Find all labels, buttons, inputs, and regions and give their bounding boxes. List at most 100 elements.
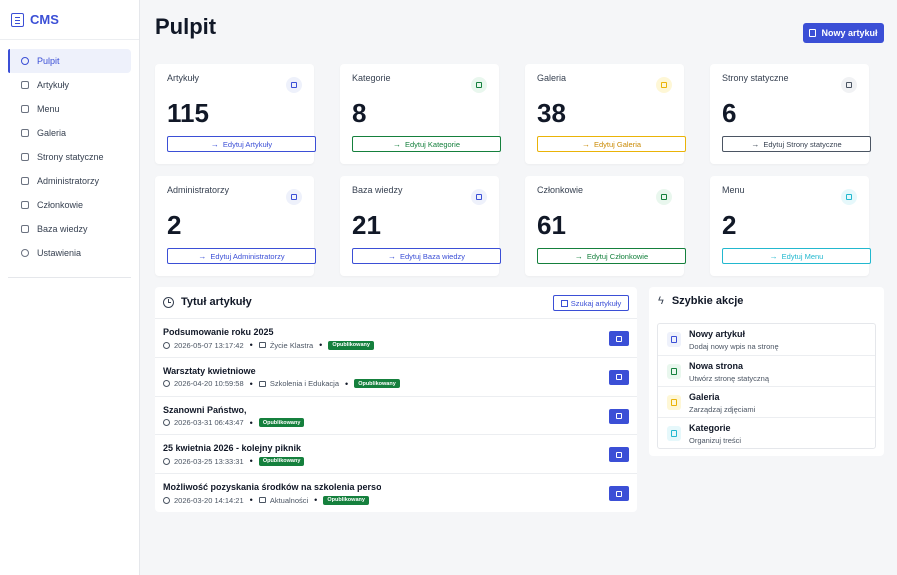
- article-title[interactable]: Szanowni Państwo,: [163, 405, 247, 415]
- quick-action-desc: Organizuj treści: [689, 436, 742, 445]
- edit-article-button[interactable]: [609, 447, 629, 463]
- folder-icon: [471, 77, 487, 93]
- brand-name: CMS: [30, 12, 59, 27]
- grid-icon: [560, 299, 568, 307]
- stat-value: 115: [167, 98, 209, 128]
- edit-artykuly-button[interactable]: → Edytuj Artykuły: [167, 136, 316, 152]
- status-badge: Opublikowany: [323, 495, 369, 505]
- stat-card-galeria: Galeria 38 → Edytuj Galeria: [525, 64, 686, 164]
- brand[interactable]: CMS: [0, 0, 139, 40]
- quick-action-categories[interactable]: Kategorie Organizuj treści: [658, 417, 875, 448]
- sidebar-item-czlonkowie[interactable]: Członkowie: [8, 193, 131, 217]
- edit-icon: [616, 374, 622, 381]
- list-item: Możliwość pozyskania środków na szkoleni…: [155, 473, 637, 512]
- sidebar-item-galeria[interactable]: Galeria: [8, 121, 131, 145]
- sidebar-item-label: Członkowie: [37, 200, 84, 210]
- article-title[interactable]: Podsumowanie roku 2025: [163, 327, 274, 337]
- edit-baza-wiedzy-button[interactable]: → Edytuj Baza wiedzy: [352, 248, 501, 264]
- clock-icon: [163, 457, 170, 465]
- edit-icon: [616, 451, 622, 458]
- edit-article-button[interactable]: [609, 408, 629, 424]
- status-badge: Opublikowany: [328, 340, 374, 350]
- sidebar-divider: [8, 277, 131, 278]
- separator-dot: •: [249, 340, 253, 350]
- stat-card-menu: Menu 2 → Edytuj Menu: [710, 176, 871, 276]
- article-meta: 2026-03-20 14:14:21 • Aktualności • Opub…: [163, 495, 369, 505]
- stat-label: Członkowie: [537, 185, 584, 195]
- document-plus-icon: [667, 332, 681, 347]
- users-icon: [286, 189, 302, 205]
- separator-dot: •: [319, 340, 323, 350]
- edit-administratorzy-button[interactable]: → Edytuj Administratorzy: [167, 248, 316, 264]
- arrow-right-icon: →: [574, 251, 583, 261]
- arrow-right-icon: →: [751, 139, 760, 149]
- sidebar-nav: Pulpit Artykuły Menu Galeria Strony stat…: [0, 40, 139, 265]
- book-icon: [21, 225, 29, 233]
- arrow-right-icon: →: [769, 251, 778, 261]
- edit-label: Edytuj Menu: [781, 251, 824, 261]
- edit-menu-button[interactable]: → Edytuj Menu: [722, 248, 871, 264]
- sidebar-item-pulpit[interactable]: Pulpit: [8, 49, 131, 73]
- sidebar-item-label: Menu: [37, 104, 60, 114]
- article-date: 2026-03-31 06:43:47: [174, 418, 244, 428]
- sidebar-item-label: Galeria: [37, 128, 67, 138]
- sidebar-item-label: Strony statyczne: [37, 152, 104, 162]
- article-title[interactable]: Możliwość pozyskania środków na szkoleni…: [163, 482, 381, 492]
- stat-card-baza-wiedzy: Baza wiedzy 21 → Edytuj Baza wiedzy: [340, 176, 501, 276]
- clock-icon: [163, 296, 174, 308]
- stat-card-administratorzy: Administratorzy 2 → Edytuj Administratorz…: [155, 176, 316, 276]
- stat-label: Galeria: [537, 73, 567, 83]
- sidebar-item-ustawienia[interactable]: Ustawienia: [8, 241, 131, 265]
- arrow-right-icon: →: [198, 251, 207, 261]
- edit-kategorie-button[interactable]: → Edytuj Kategorie: [352, 136, 501, 152]
- edit-strony-statyczne-button[interactable]: → Edytuj Strony statyczne: [722, 136, 871, 152]
- edit-article-button[interactable]: [609, 369, 629, 385]
- quick-action-name: Nowa strona: [689, 361, 744, 371]
- search-articles-button[interactable]: Szukaj artykuły: [553, 295, 629, 311]
- id-card-icon: [656, 189, 672, 205]
- clock-icon: [163, 380, 170, 388]
- stat-value: 2: [167, 210, 182, 240]
- sidebar-item-label: Administratorzy: [37, 176, 100, 186]
- sidebar-item-administratorzy[interactable]: Administratorzy: [8, 169, 131, 193]
- article-category: Życie Klastra: [269, 340, 314, 350]
- dashboard-icon: [21, 57, 29, 65]
- folder-icon: [667, 426, 681, 441]
- image-icon: [656, 77, 672, 93]
- new-article-button[interactable]: Nowy artykuł: [803, 23, 884, 43]
- quick-action-new-page[interactable]: Nowa strona Utwórz stronę statyczną: [658, 355, 875, 386]
- edit-czlonkowie-button[interactable]: → Edytuj Członkowie: [537, 248, 686, 264]
- article-title[interactable]: Warsztaty kwietniowe: [163, 366, 256, 376]
- stat-label: Kategorie: [352, 73, 391, 83]
- edit-galeria-button[interactable]: → Edytuj Galeria: [537, 136, 686, 152]
- sidebar-item-menu[interactable]: Menu: [8, 97, 131, 121]
- status-badge: Opublikowany: [258, 456, 305, 466]
- article-meta: 2026-05-07 13:17:42 • Życie Klastra • Op…: [163, 340, 374, 350]
- edit-label: Edytuj Strony statyczne: [763, 139, 842, 149]
- sidebar-item-baza-wiedzy[interactable]: Baza wiedzy: [8, 217, 131, 241]
- quick-action-new-article[interactable]: Nowy artykuł Dodaj nowy wpis na stronę: [658, 324, 875, 355]
- stat-value: 6: [722, 98, 737, 128]
- edit-article-button[interactable]: [609, 331, 629, 346]
- separator-dot: •: [314, 495, 318, 506]
- article-list: Podsumowanie roku 2025 2026-05-07 13:17:…: [155, 318, 637, 512]
- list-item: 25 kwietnia 2026 - kolejny piknik 2026-0…: [155, 434, 637, 473]
- clock-icon: [163, 496, 170, 504]
- stat-value: 61: [537, 210, 566, 240]
- quick-action-gallery[interactable]: Galeria Zarządzaj zdjęciami: [658, 386, 875, 417]
- arrow-right-icon: →: [387, 251, 396, 261]
- sidebar-item-label: Pulpit: [37, 56, 60, 66]
- article-title[interactable]: 25 kwietnia 2026 - kolejny piknik: [163, 443, 301, 453]
- sidebar-item-artykuly[interactable]: Artykuły: [8, 73, 131, 97]
- page-plus-icon: [667, 364, 681, 379]
- edit-article-button[interactable]: [609, 486, 629, 502]
- page-icon: [841, 77, 857, 93]
- list-icon: [21, 105, 29, 113]
- list-icon: [841, 189, 857, 205]
- stat-card-czlonkowie: Członkowie 61 → Edytuj Członkowie: [525, 176, 686, 276]
- edit-label: Edytuj Kategorie: [404, 139, 461, 149]
- article-date: 2026-03-20 14:14:21: [174, 495, 244, 505]
- status-badge: Opublikowany: [354, 379, 400, 389]
- panel-title: Tytuł artykuły: [181, 296, 252, 308]
- sidebar-item-strony-statyczne[interactable]: Strony statyczne: [8, 145, 131, 169]
